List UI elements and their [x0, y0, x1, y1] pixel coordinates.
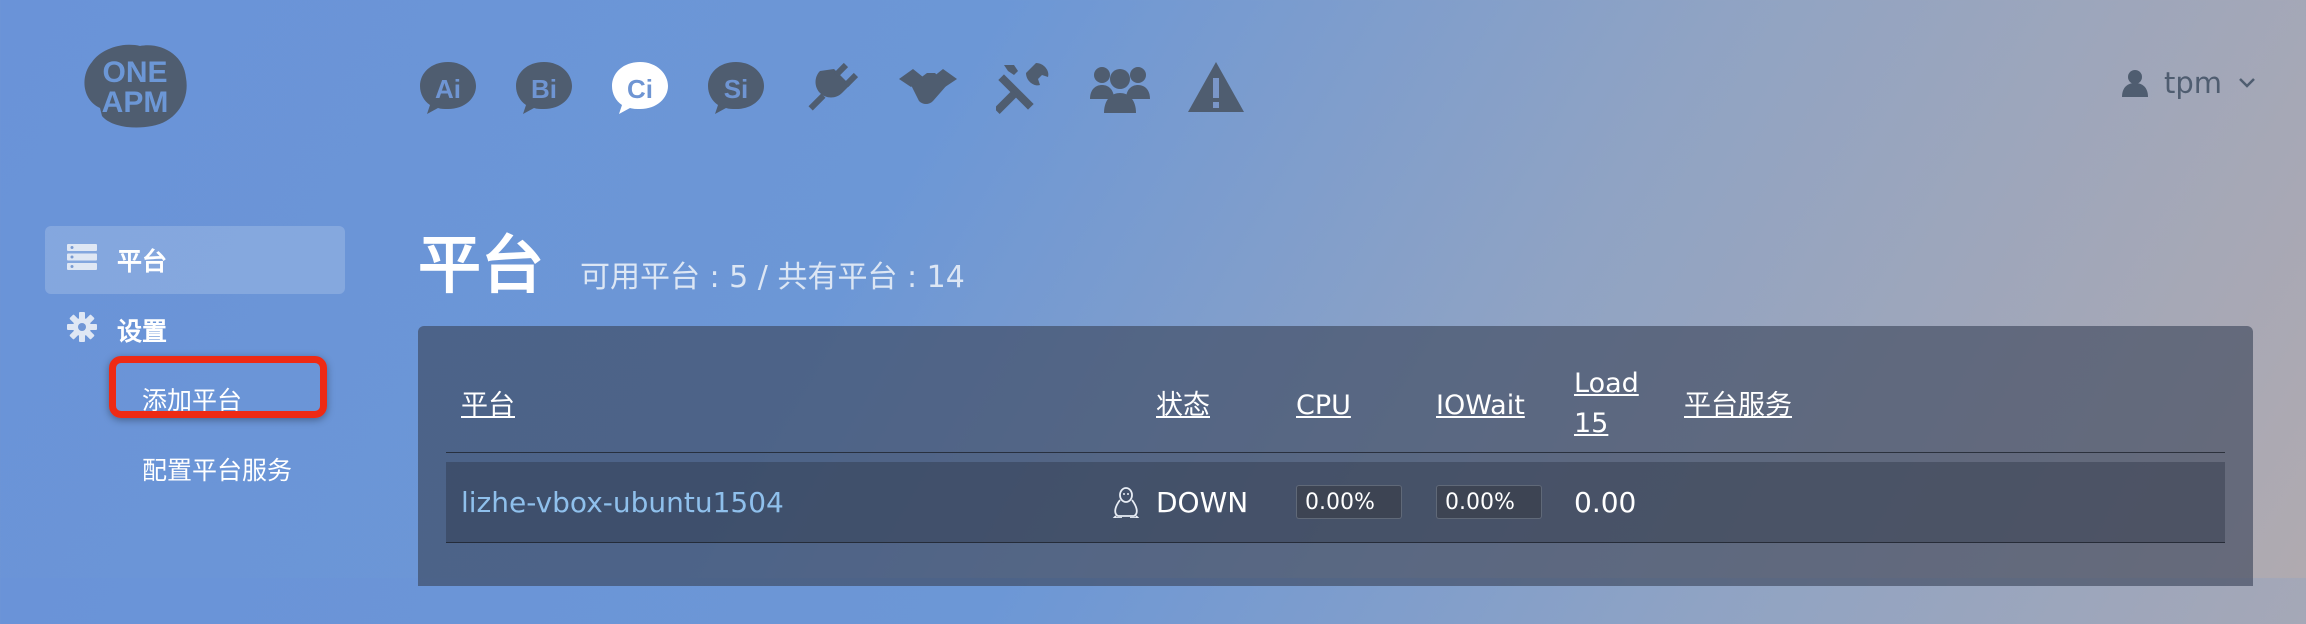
- column-header-services[interactable]: 平台服务: [1684, 386, 1792, 426]
- load15-value: 0.00: [1574, 485, 1637, 519]
- table-row: lizhe-vbox-ubuntu1504 DOWN 0.00% 0.00% 0…: [446, 462, 2225, 543]
- logo-text-one: ONE: [102, 56, 167, 89]
- cpu-cell: 0.00%: [1296, 462, 1402, 542]
- bi-icon-text: Bi: [531, 74, 557, 104]
- table-header: 平台 状态 CPU IOWait Load 15 平台服务: [446, 364, 2225, 453]
- user-menu[interactable]: tpm: [2121, 66, 2256, 100]
- si-icon[interactable]: Si: [688, 55, 784, 119]
- gear-icon: [67, 312, 97, 348]
- column-header-load15-line2: 15: [1574, 408, 1609, 439]
- sidebar-item-settings[interactable]: 设置: [45, 296, 345, 364]
- tools-icon[interactable]: [976, 55, 1072, 119]
- cpu-value: 0.00%: [1296, 485, 1402, 519]
- ai-icon-text: Ai: [435, 74, 461, 104]
- highlight-box: [109, 356, 327, 418]
- top-nav: Ai Bi Ci Si: [400, 55, 1264, 119]
- sidebar-sub-config-services[interactable]: 配置平台服务: [45, 434, 345, 504]
- iowait-cell: 0.00%: [1436, 462, 1542, 542]
- sidebar-item-label: 设置: [117, 317, 168, 346]
- linux-penguin-icon: [1112, 462, 1140, 542]
- logo-text-apm: APM: [102, 86, 169, 119]
- platform-summary: 可用平台 : 5 / 共有平台 : 14: [580, 260, 965, 295]
- sidebar: 平台 设置 添加平台 配置平台服务: [45, 226, 345, 504]
- handshake-icon[interactable]: [880, 55, 976, 119]
- column-header-load15[interactable]: Load 15: [1574, 364, 1639, 444]
- oneapm-logo[interactable]: ONE APM: [80, 38, 190, 134]
- user-name: tpm: [2163, 66, 2222, 100]
- iowait-value: 0.00%: [1436, 485, 1542, 519]
- user-icon: [2121, 69, 2148, 97]
- bi-icon[interactable]: Bi: [496, 55, 592, 119]
- server-icon: [67, 244, 97, 276]
- users-icon[interactable]: [1072, 55, 1168, 119]
- chevron-down-icon: [2238, 77, 2256, 89]
- column-header-load15-line1: Load: [1574, 368, 1639, 399]
- platform-name-link[interactable]: lizhe-vbox-ubuntu1504: [461, 462, 784, 542]
- sidebar-item-label: 平台: [117, 247, 168, 276]
- sidebar-item-platform[interactable]: 平台: [45, 226, 345, 294]
- page-title: 平台: [418, 229, 544, 302]
- ci-icon[interactable]: Ci: [592, 55, 688, 119]
- column-header-platform[interactable]: 平台: [461, 386, 515, 426]
- status-value: DOWN: [1156, 485, 1249, 519]
- platform-table: 平台 状态 CPU IOWait Load 15 平台服务 lizhe-vbox…: [418, 326, 2253, 586]
- column-header-iowait[interactable]: IOWait: [1436, 386, 1525, 426]
- page-heading: 平台 可用平台 : 5 / 共有平台 : 14: [418, 215, 965, 306]
- column-header-status[interactable]: 状态: [1156, 386, 1210, 426]
- ci-icon-text: Ci: [627, 74, 653, 104]
- plug-icon[interactable]: [784, 55, 880, 119]
- column-header-cpu[interactable]: CPU: [1296, 386, 1351, 426]
- si-icon-text: Si: [724, 74, 749, 104]
- ai-icon[interactable]: Ai: [400, 55, 496, 119]
- table-row-partial: [446, 544, 2225, 624]
- warning-icon[interactable]: [1168, 55, 1264, 119]
